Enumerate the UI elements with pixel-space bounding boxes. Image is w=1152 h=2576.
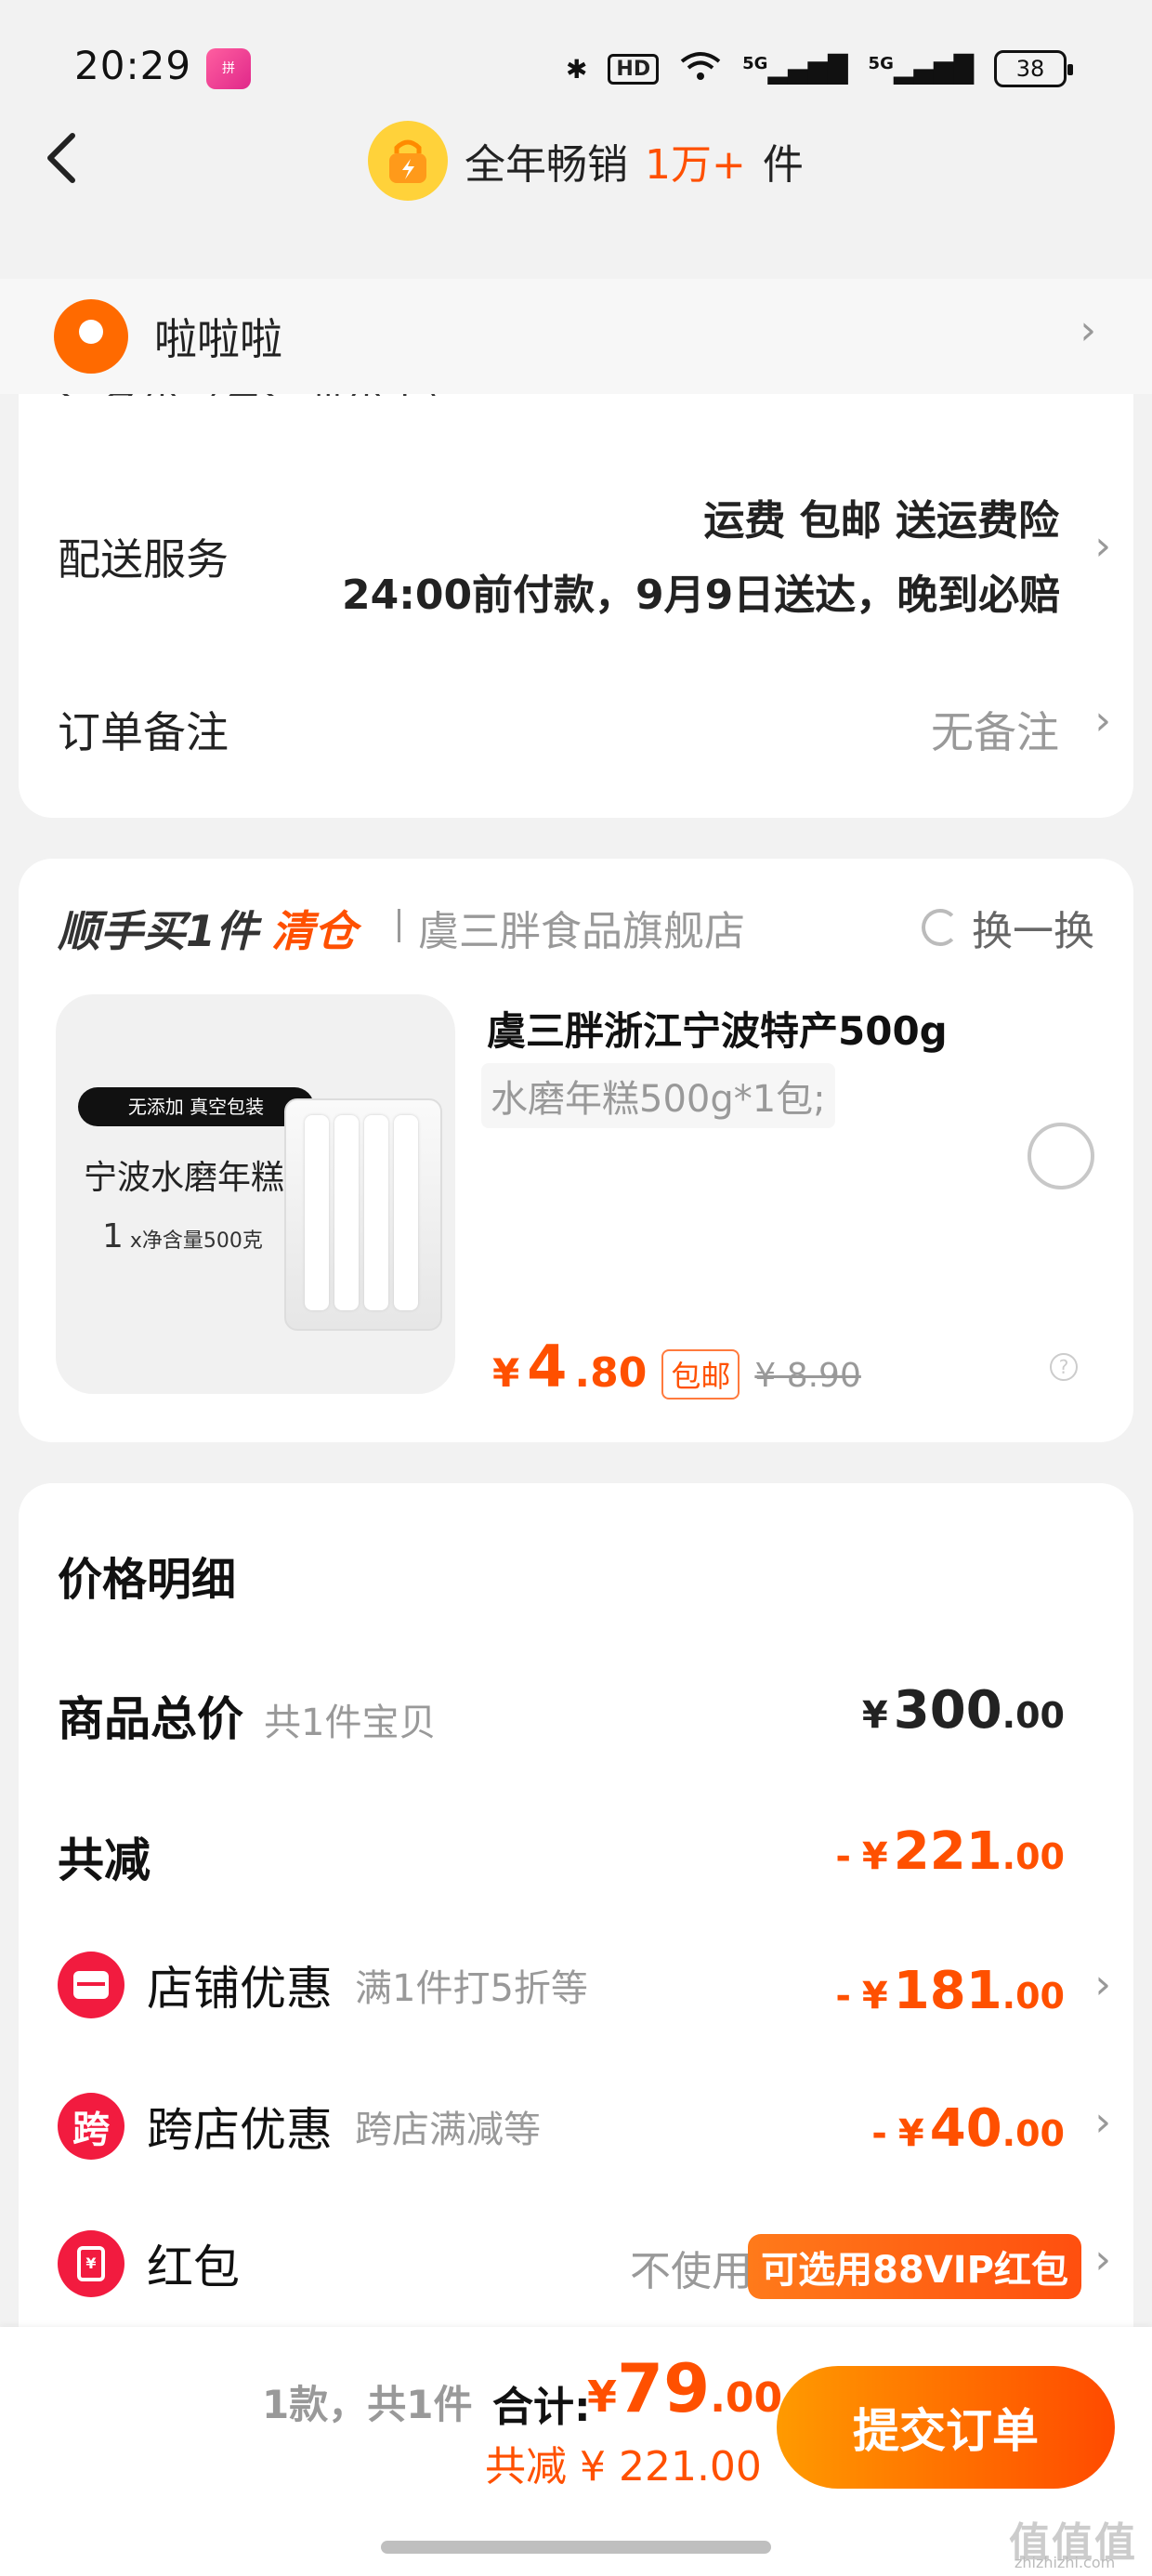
discount-total-label: 共减 [58, 1833, 151, 1887]
chevron-right-icon[interactable]: › [1094, 697, 1111, 744]
vip-red-packet-badge[interactable]: 可选用88VIP红包 [748, 2234, 1081, 2299]
addon-header: 顺手买1件 清仓 [58, 898, 357, 959]
status-icons: ✱ HD 5G▂▄▆█ 5G▂▄▆█ 38 [565, 48, 1073, 89]
delivery-service-label: 配送服务 [58, 534, 229, 585]
signal-icon-2: 5G▂▄▆█ [868, 53, 974, 85]
title-suffix: 件 [762, 141, 804, 189]
status-time: 20:29 [74, 43, 192, 88]
price-detail-title: 价格明细 [58, 1554, 237, 1606]
location-pin-icon [54, 299, 128, 374]
shop-discount-amount[interactable]: - ¥181.00 [835, 1961, 1065, 2021]
cross-store-icon: 跨 [58, 2093, 124, 2160]
product-image[interactable]: 无添加 真空包装 宁波水磨年糕 1 x净含量500克 [56, 994, 455, 1394]
package-illustration [284, 1098, 442, 1331]
home-indicator[interactable] [381, 2541, 771, 2554]
image-tag: 无添加 真空包装 [78, 1087, 314, 1126]
hd-voice-icon: HD [608, 53, 660, 85]
page-title: 全年畅销 1万+ 件 [368, 119, 804, 203]
product-spec[interactable]: 水磨年糕500g*1包; [481, 1063, 835, 1128]
delivery-service-value[interactable]: 运费 包邮 送运费险 [703, 487, 1059, 546]
swap-button[interactable]: 换一换 [922, 898, 1094, 957]
store-name[interactable]: 虞三胖食品旗舰店 [418, 898, 745, 957]
cross-store-discount-row[interactable]: 跨 跨店优惠 跨店满减等 [58, 2093, 541, 2160]
discount-total-amount: - ¥221.00 [835, 1821, 1065, 1882]
help-icon[interactable]: ? [1050, 1353, 1078, 1381]
address-bar[interactable]: 啦啦啦 [0, 279, 1152, 394]
total-amount: ¥79.00 [587, 2349, 783, 2427]
red-packet-row[interactable]: ¥ 红包 [58, 2230, 240, 2297]
battery-icon: 38 [994, 50, 1073, 87]
image-weight: 1 x净含量500克 [102, 1217, 263, 1255]
cross-store-discount-amount[interactable]: - ¥40.00 [871, 2098, 1065, 2159]
product-price: ¥4.80 包邮 ¥ 8.90 [492, 1333, 861, 1400]
saved-amount: 共减 ¥ 221.00 [485, 2443, 762, 2491]
select-radio[interactable] [1028, 1123, 1094, 1189]
product-title[interactable]: 虞三胖浙江宁波特产500g [487, 1000, 948, 1057]
goods-total-amount: ¥300.00 [861, 1680, 1065, 1741]
bluetooth-icon: ✱ [565, 53, 588, 85]
chevron-right-icon[interactable]: › [1094, 2098, 1111, 2146]
red-packet-icon: ¥ [58, 2230, 124, 2297]
shopping-bag-icon [368, 121, 448, 201]
back-button[interactable] [41, 130, 87, 186]
watermark-url: zhizhizhi.com [1015, 2554, 1116, 2571]
chevron-right-icon[interactable]: › [1094, 1961, 1111, 2008]
item-count: 1款，共1件 [262, 2382, 473, 2427]
order-note-value[interactable]: 无备注 [931, 699, 1059, 760]
title-highlight: 1万+ [645, 141, 746, 189]
chevron-right-icon[interactable]: › [1094, 522, 1111, 570]
chevron-right-icon[interactable]: › [1094, 2236, 1111, 2283]
refresh-icon [922, 909, 959, 946]
submit-order-button[interactable]: 提交订单 [777, 2366, 1115, 2489]
total-label: 合计: [492, 2384, 591, 2431]
image-product-name: 宁波水磨年糕 [84, 1159, 285, 1197]
wifi-icon [679, 50, 722, 88]
divider [398, 909, 400, 942]
addon-title: 顺手买1件 [58, 906, 259, 956]
free-shipping-badge: 包邮 [661, 1349, 740, 1400]
clearance-tag: 清仓 [271, 906, 358, 956]
store-icon [58, 1952, 124, 2018]
goods-total-label: 商品总价 共1件宝贝 [58, 1692, 437, 1746]
chevron-left-icon [47, 133, 75, 183]
swap-label: 换一换 [972, 908, 1094, 955]
shop-discount-row[interactable]: 店铺优惠 满1件打5折等 [58, 1952, 588, 2018]
original-price: ¥ 8.90 [754, 1357, 861, 1395]
order-note-label: 订单备注 [58, 707, 229, 757]
address-name: 啦啦啦 [154, 314, 282, 364]
red-packet-not-use[interactable]: 不使用 [630, 2238, 753, 2297]
delivery-time-value[interactable]: 24:00前付款，9月9日送达，晚到必赔 [342, 561, 1067, 621]
title-prefix: 全年畅销 [465, 141, 628, 189]
chevron-right-icon[interactable]: › [1080, 307, 1096, 354]
signal-icon-1: 5G▂▄▆█ [742, 53, 848, 85]
app-notification-icon: 拼 [206, 48, 251, 89]
